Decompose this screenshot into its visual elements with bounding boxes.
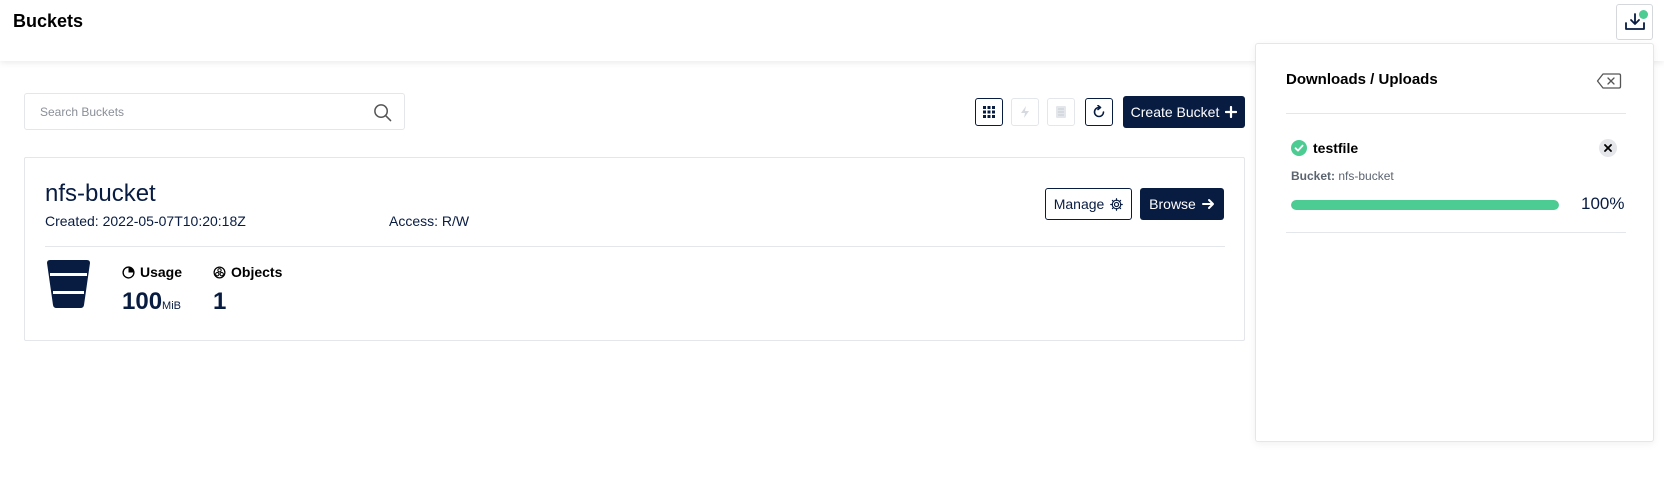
refresh-button[interactable] (1085, 98, 1113, 126)
lightning-icon (1021, 106, 1029, 118)
search-input[interactable] (40, 94, 360, 129)
close-icon (1604, 144, 1612, 152)
usage-label-text: Usage (140, 264, 183, 280)
downloads-button[interactable] (1616, 4, 1653, 40)
usage-number: 100 (122, 288, 163, 315)
manage-label: Manage (1053, 196, 1105, 212)
refresh-icon (1093, 105, 1105, 118)
replication-button[interactable] (1011, 98, 1039, 126)
usage-label: Usage (122, 264, 182, 280)
bucket-icon (47, 260, 90, 308)
file-bucket-value: nfs-bucket (1338, 169, 1394, 183)
pie-chart-icon (122, 265, 135, 279)
panel-divider-bottom (1286, 232, 1626, 233)
bucket-card[interactable]: nfs-bucket Created: 2022-05-07T10:20:18Z… (24, 157, 1245, 341)
activity-indicator-dot (1639, 10, 1648, 19)
objects-value: 1 (213, 288, 227, 315)
file-bucket: Bucket: nfs-bucket (1291, 169, 1394, 183)
manage-button[interactable]: Manage (1045, 188, 1132, 220)
remove-file-button[interactable] (1599, 139, 1617, 157)
browse-label: Browse (1149, 196, 1196, 212)
plus-icon (1225, 106, 1238, 118)
clear-icon[interactable] (1596, 72, 1622, 90)
progress-bar (1291, 200, 1559, 210)
grid-icon (983, 106, 995, 118)
create-bucket-button[interactable]: Create Bucket (1123, 96, 1245, 128)
objects-label-text: Objects (231, 264, 283, 280)
file-item-header: testfile (1291, 140, 1358, 156)
panel-title: Downloads / Uploads (1286, 71, 1438, 88)
objects-icon (213, 266, 226, 278)
panel-divider-top (1286, 113, 1626, 114)
progress-percent: 100% (1581, 194, 1625, 213)
page-title: Buckets (13, 11, 84, 31)
file-bucket-label: Bucket: (1291, 169, 1336, 183)
arrow-right-icon (1201, 199, 1214, 209)
browse-button[interactable]: Browse (1140, 188, 1224, 220)
objects-label: Objects (213, 264, 282, 280)
usage-value: 100MiB (122, 288, 181, 316)
downloads-uploads-panel: Downloads / Uploads testfile Bucket: nfs… (1255, 43, 1654, 442)
search-icon[interactable] (373, 103, 392, 122)
usage-unit: MiB (162, 300, 181, 312)
card-divider (45, 246, 1225, 247)
bucket-name[interactable]: nfs-bucket (45, 180, 156, 208)
lifecycle-button[interactable] (1047, 98, 1075, 126)
document-icon (1056, 106, 1066, 118)
gear-icon (1110, 197, 1124, 211)
progress-bar-fill (1291, 200, 1559, 210)
search-box (24, 93, 405, 130)
select-multiple-button[interactable] (975, 98, 1003, 126)
file-name: testfile (1313, 140, 1359, 156)
create-bucket-label: Create Bucket (1130, 104, 1220, 120)
check-circle-icon (1291, 140, 1307, 156)
bucket-created-date: Created: 2022-05-07T10:20:18Z (45, 213, 246, 229)
bucket-access: Access: R/W (389, 213, 470, 229)
